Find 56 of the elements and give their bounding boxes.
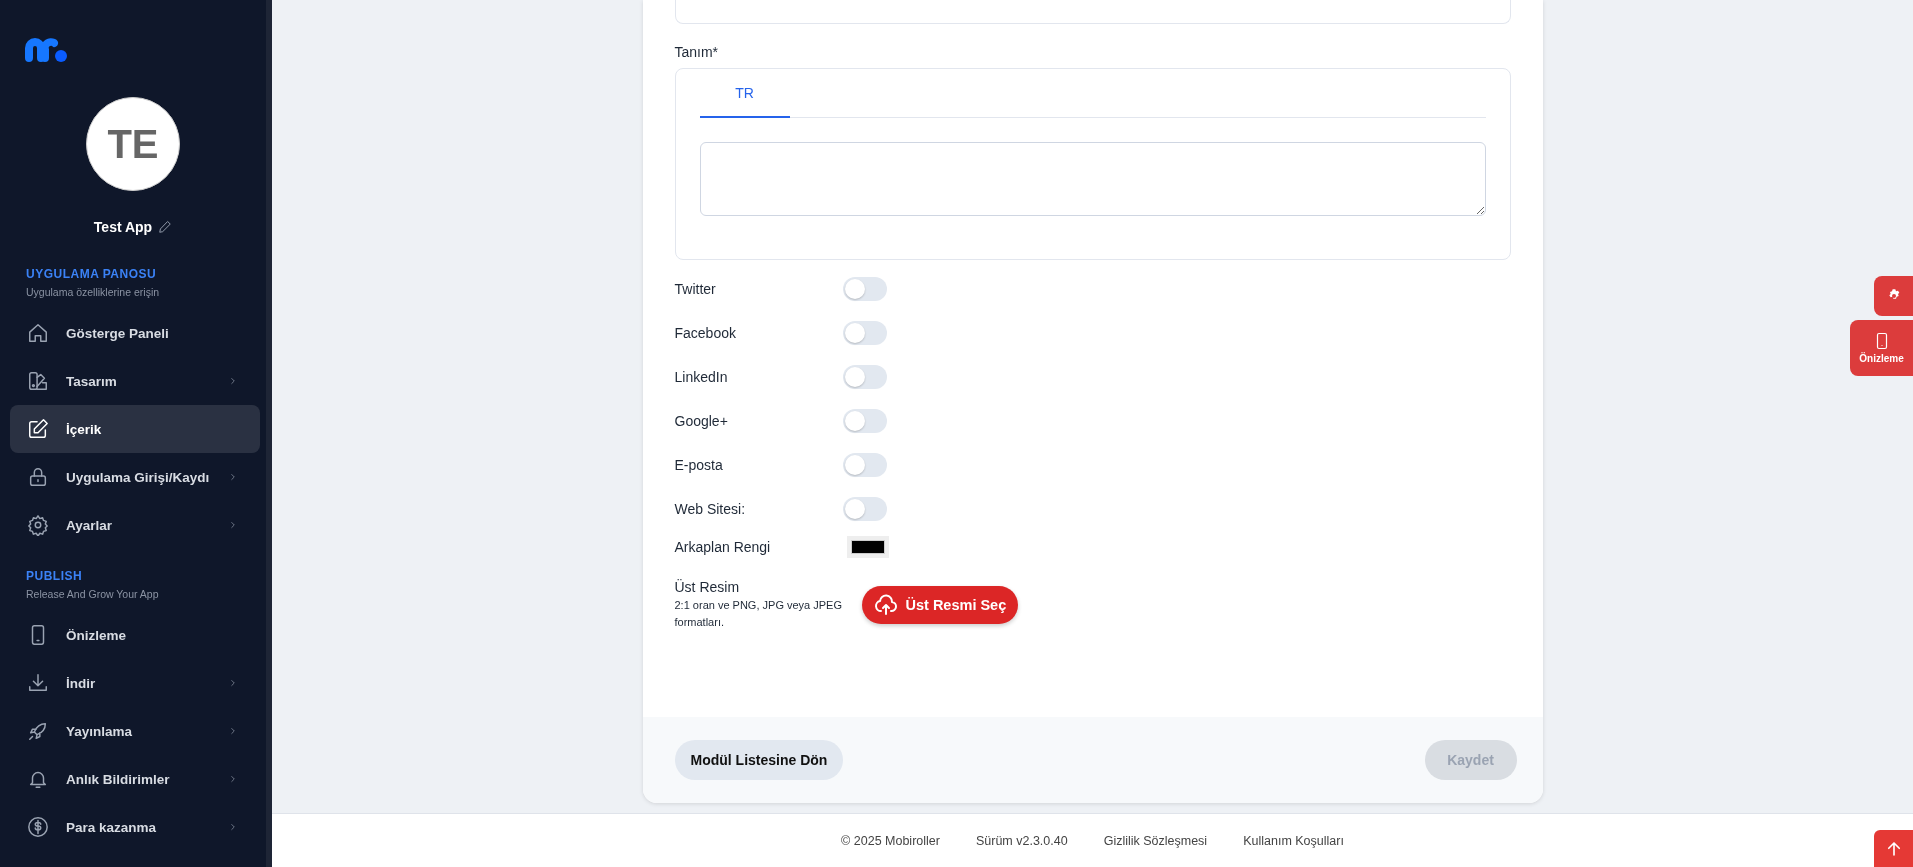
back-button[interactable]: Modül Listesine Dön <box>674 740 844 780</box>
rocket-icon <box>27 720 49 742</box>
sidebar-item[interactable]: İndir <box>10 659 260 707</box>
settings-icon <box>27 514 49 536</box>
section-subtitle: Release And Grow Your App <box>26 588 160 600</box>
toggle-switch[interactable] <box>842 277 887 301</box>
sidebar-item[interactable]: Ayarlar <box>10 501 260 549</box>
version-text: Sürüm v2.3.0.40 <box>975 833 1068 848</box>
sidebar-item[interactable]: Anlık Bildirimler <box>10 755 260 803</box>
color-label: Arkaplan Rengi <box>674 539 772 555</box>
logo-icon <box>25 38 69 62</box>
home-icon <box>27 322 49 344</box>
toggle-label: Twitter <box>674 281 717 297</box>
sidebar-item[interactable]: Yayınlama <box>10 707 260 755</box>
cloud-upload-icon <box>873 593 898 617</box>
language-tab[interactable]: TR <box>699 69 790 118</box>
preview-button[interactable]: Önizleme <box>1850 320 1913 376</box>
image-label: Üst Resim <box>674 579 741 595</box>
section-title: PUBLISH <box>26 569 84 583</box>
upload-button[interactable]: Üst Resmi Seç <box>861 586 1019 624</box>
color-swatch[interactable] <box>846 536 889 558</box>
toggle-label: LinkedIn <box>674 369 729 385</box>
toggle-label: E-posta <box>674 457 724 473</box>
sidebar-item[interactable]: İçerik <box>10 405 260 453</box>
dollar-icon <box>27 816 49 838</box>
copyright-text: © 2025 Mobiroller <box>841 833 940 848</box>
sidebar-item[interactable]: Önizleme <box>10 611 260 659</box>
sidebar-item[interactable]: Gösterge Paneli <box>10 309 260 357</box>
section-title: UYGULAMA PANOSU <box>26 267 158 281</box>
text-field[interactable] <box>674 0 1511 24</box>
sidebar-item[interactable]: Tasarım <box>10 357 260 405</box>
avatar-circle: TE <box>86 97 180 191</box>
field-label: Tanım* <box>674 43 720 62</box>
toggle-label: Facebook <box>674 325 737 341</box>
app-name: Test App <box>93 219 153 235</box>
scroll-top-button[interactable] <box>1874 830 1913 867</box>
toggle-switch[interactable] <box>842 321 887 345</box>
pencil-icon <box>158 220 173 234</box>
toggle-switch[interactable] <box>842 365 887 389</box>
toggle-switch[interactable] <box>842 453 887 477</box>
image-hint: 2:1 oran ve PNG, JPG veya JPEG formatları. <box>674 598 843 630</box>
sidebar-item[interactable]: Para kazanma <box>10 803 260 851</box>
download-icon <box>27 672 49 694</box>
edit-icon <box>27 418 49 440</box>
section-subtitle: Uygulama özelliklerine erişin <box>26 286 161 298</box>
footer-link[interactable]: Gizlilik Sözleşmesi <box>1103 833 1208 848</box>
toggle-switch[interactable] <box>842 409 887 433</box>
toggle-switch[interactable] <box>842 497 887 521</box>
toggle-label: Google+ <box>674 413 729 429</box>
settings-button[interactable] <box>1874 276 1913 316</box>
sidebar-item[interactable]: Uygulama Girişi/Kaydı <box>10 453 260 501</box>
footer-link[interactable]: Kullanım Koşulları <box>1243 833 1344 848</box>
description-textarea[interactable] <box>699 142 1486 216</box>
toggle-label: Web Sitesi: <box>674 501 747 517</box>
lock-icon <box>27 466 49 488</box>
palette-icon <box>27 370 49 392</box>
